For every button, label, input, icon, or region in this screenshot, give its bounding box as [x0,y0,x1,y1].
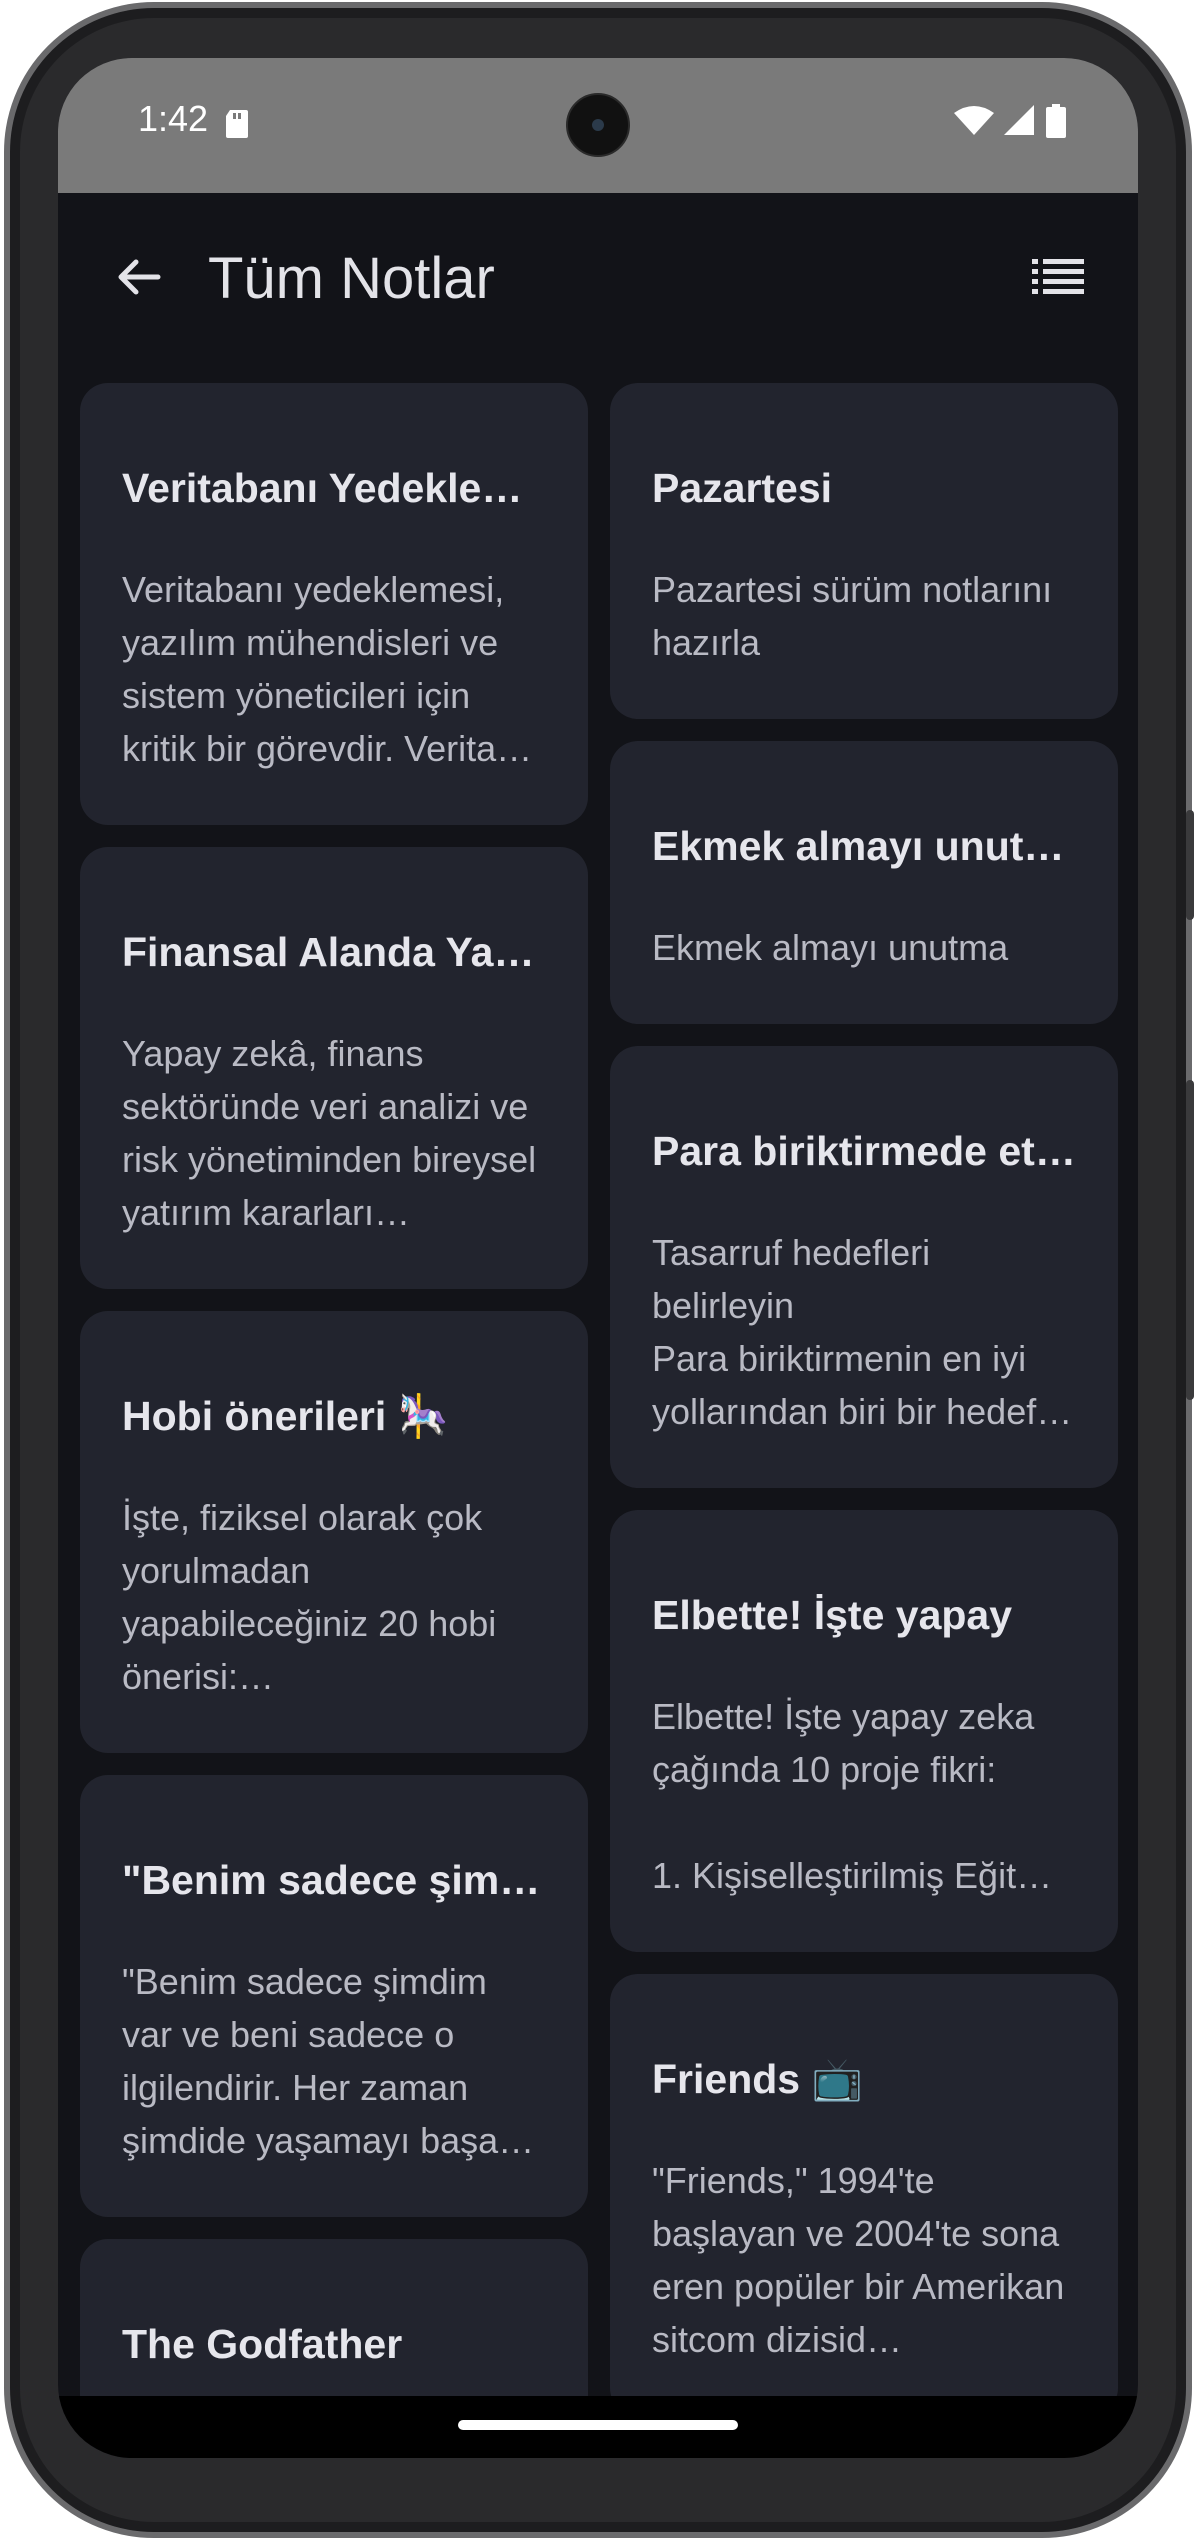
list-view-icon [1032,259,1084,294]
front-camera [566,93,630,157]
notes-grid: Veritabanı Yedekle… Veritabanı yedekleme… [80,383,1118,2458]
note-card[interactable]: Friends 📺 "Friends," 1994'te başlayan ve… [610,1974,1118,2416]
note-preview: Veritabanı yedeklemesi, yazılım mühendis… [122,569,533,769]
wifi-icon [954,106,994,135]
signal-icon [1004,105,1034,135]
note-title: Finansal Alanda Yap… [122,929,546,975]
note-card[interactable]: Para biriktirmede et… Tasarruf hedefleri… [610,1046,1118,1488]
note-preview: Pazartesi sürüm notlarını hazırla [652,569,1053,663]
note-title: Pazartesi [652,465,833,511]
sd-card-icon [226,110,248,138]
note-card[interactable]: Hobi önerileri 🎠 İşte, fiziksel olarak ç… [80,1311,588,1753]
note-title: "Benim sadece şimd… [122,1857,546,1903]
status-bar: 1:42 [58,58,1138,193]
note-card[interactable]: Veritabanı Yedekle… Veritabanı yedekleme… [80,383,588,825]
note-preview: Ekmek almayı unutma [652,927,1009,968]
note-preview: İşte, fiziksel olarak çok yorulmadan yap… [122,1497,497,1697]
note-card[interactable]: Pazartesi Pazartesi sürüm notlarını hazı… [610,383,1118,719]
note-preview: Elbette! İşte yapay zeka çağında 10 proj… [652,1696,1053,1896]
note-title: Para biriktirmede et… [652,1128,1076,1174]
note-preview: Yapay zekâ, finans sektöründe veri anali… [122,1033,537,1233]
note-card[interactable]: Elbette! İşte yapay Elbette! İşte yapay … [610,1510,1118,1952]
volume-button [1186,1080,1194,1400]
power-button [1186,810,1194,920]
note-preview: "Benim sadece şimdim var ve beni sadece … [122,1961,535,2161]
status-time: 1:42 [138,98,209,139]
arrow-back-icon [118,259,161,295]
view-toggle-button[interactable] [1018,237,1098,317]
notes-column-right: Pazartesi Pazartesi sürüm notlarını hazı… [610,383,1118,2416]
note-title: The Godfather [122,2321,403,2367]
notes-column-left: Veritabanı Yedekle… Veritabanı yedekleme… [80,383,588,2458]
note-card[interactable]: Ekmek almayı unut… Ekmek almayı unutma [610,741,1118,1024]
battery-icon [1046,104,1066,138]
note-preview: "Friends," 1994'te başlayan ve 2004'te s… [652,2160,1065,2360]
gesture-nav-bar [58,2396,1138,2458]
page-title: Tüm Notlar [208,246,495,311]
top-app-bar: Tüm Notlar [58,193,1138,363]
note-title: Friends 📺 [652,2056,863,2102]
note-card[interactable]: Finansal Alanda Yap… Yapay zekâ, finans … [80,847,588,1289]
device-screen: 1:42 Tüm Notlar Veritabanı Yedekle… Veri… [58,58,1138,2458]
note-title: Hobi önerileri 🎠 [122,1393,449,1439]
status-icons [954,104,1066,138]
home-gesture-handle[interactable] [458,2420,738,2430]
note-title: Veritabanı Yedekle… [122,465,523,511]
note-title: Elbette! İşte yapay [652,1592,1013,1638]
note-title: Ekmek almayı unut… [652,823,1065,869]
back-button[interactable] [98,237,178,317]
note-preview: Tasarruf hedefleri belirleyin Para birik… [652,1232,1073,1432]
note-card[interactable]: "Benim sadece şimd… "Benim sadece şimdim… [80,1775,588,2217]
